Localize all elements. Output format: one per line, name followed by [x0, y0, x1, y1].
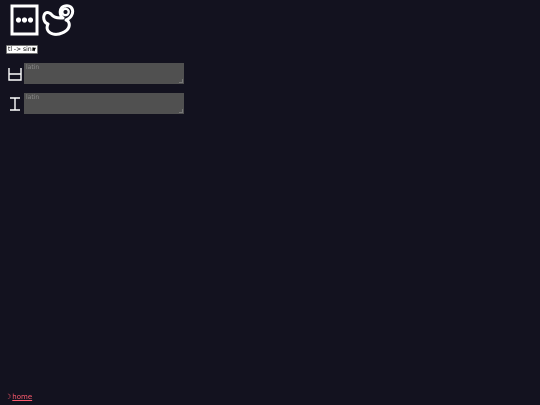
language-select[interactable]: tl -> sina ▼ — [6, 45, 38, 54]
home-link-label: home — [12, 393, 33, 401]
output-glyph-icon — [10, 97, 20, 111]
moon-icon: ☽ — [5, 393, 12, 401]
output-row: latin — [6, 93, 186, 115]
chevron-down-icon: ▼ — [32, 47, 36, 53]
input-row: latin — [6, 63, 186, 85]
resize-handle-icon[interactable] — [179, 109, 183, 113]
resize-handle-icon[interactable] — [179, 79, 183, 83]
input-glyph-icon — [8, 68, 22, 81]
input-placeholder: latin — [26, 64, 40, 71]
app-page: tl -> sina ▼ latin latin ☽home — [0, 0, 540, 405]
logo-icon — [10, 4, 75, 36]
output-placeholder: latin — [26, 94, 40, 101]
home-link[interactable]: ☽home — [5, 393, 32, 402]
input-textarea[interactable]: latin — [24, 63, 184, 84]
output-textarea[interactable]: latin — [24, 93, 184, 114]
